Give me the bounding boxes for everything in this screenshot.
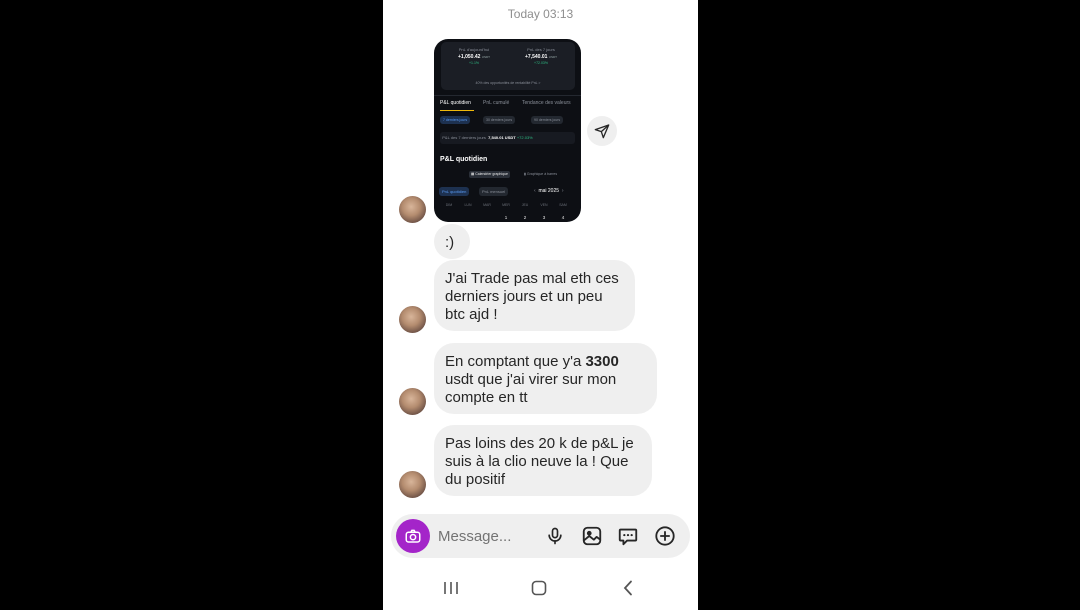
weekday-label: JEU xyxy=(521,203,529,207)
today-pnl-pct: +1.1% xyxy=(468,61,480,65)
share-button[interactable] xyxy=(587,116,617,146)
send-icon xyxy=(594,124,610,139)
message-bubble[interactable]: :) xyxy=(434,224,470,259)
pnl-summary-card: PnL d'aujourd'hui +1,050.42 USDT +1.1% P… xyxy=(441,42,575,90)
message-input[interactable] xyxy=(438,526,538,546)
microphone-button[interactable] xyxy=(543,524,567,548)
month-selector: ‹ mai 2025 › xyxy=(534,187,563,196)
message-bubble[interactable]: Pas loins des 20 k de p&L je suis à la c… xyxy=(434,425,652,496)
toggle-monthly: PnL mensuel xyxy=(479,187,509,196)
calendar-day: 3 xyxy=(542,215,546,220)
calendar-graph-button: ▦ Calendrier graphique xyxy=(469,171,510,178)
microphone-icon xyxy=(548,527,562,545)
message-bubble[interactable]: En comptant que y'a 3300 usdt que j'ai v… xyxy=(434,343,657,414)
pnl-7-days-pct: +72.03% xyxy=(516,135,533,140)
avatar[interactable] xyxy=(399,196,426,223)
week-pnl-pct: +72.03% xyxy=(534,61,548,65)
back-button[interactable] xyxy=(616,576,640,600)
message-bold-amount: 3300 xyxy=(585,353,619,370)
shared-screenshot[interactable]: PnL d'aujourd'hui +1,050.42 USDT +1.1% P… xyxy=(434,39,581,222)
chip-7-days: 7 derniers jours xyxy=(440,116,471,124)
message-bubble[interactable]: J'ai Trade pas mal eth ces derniers jour… xyxy=(434,260,635,331)
weekday-label: SAM xyxy=(559,203,567,207)
chevron-right-icon: › xyxy=(561,188,564,194)
sticker-icon xyxy=(618,528,638,546)
weekday-label: DIM xyxy=(445,203,453,207)
home-button[interactable] xyxy=(527,576,551,600)
pnl-7-days-line: P&L des 7 derniers jours 7,540.01 USDT +… xyxy=(440,132,575,144)
tab-daily-pnl: P&L quotidien xyxy=(440,100,471,106)
weekday-label: MER xyxy=(502,203,510,207)
recent-apps-icon xyxy=(444,582,458,594)
week-pnl-unit: USDT xyxy=(548,55,557,59)
bar-graph-button: ▮ Graphique à barres xyxy=(524,172,558,176)
week-pnl-value: +7,540.01 xyxy=(525,54,548,60)
today-pnl-label: PnL d'aujourd'hui xyxy=(458,47,490,52)
toggle-daily: PnL quotidien xyxy=(439,187,470,196)
divider xyxy=(434,95,581,96)
gallery-button[interactable] xyxy=(580,524,604,548)
tab-value-trend: Tendance des valeurs xyxy=(522,100,571,106)
chip-30-days: 30 derniers jours xyxy=(483,116,516,124)
avatar[interactable] xyxy=(399,306,426,333)
pnl-7-days-label: P&L des 7 derniers jours xyxy=(442,135,486,140)
bar-graph-label: Graphique à barres xyxy=(526,172,558,176)
calendar-graph-label: Calendrier graphique xyxy=(475,172,508,176)
today-pnl-value: +1,050.42 xyxy=(458,54,481,60)
chevron-left-icon: ‹ xyxy=(534,188,536,194)
weekday-label: VEN xyxy=(540,203,548,207)
avatar[interactable] xyxy=(399,471,426,498)
weekday-label: MAR xyxy=(483,203,491,207)
plus-icon xyxy=(655,526,675,546)
card-footer: 40% des opportunités de rentabilité PnL … xyxy=(475,81,541,85)
calendar-day: 1 xyxy=(504,215,508,220)
gallery-icon xyxy=(582,526,602,546)
calendar-day: 4 xyxy=(561,215,565,220)
sticker-button[interactable] xyxy=(616,524,640,548)
chat-screen: Today 03:13 PnL d'aujourd'hui +1,050.42 … xyxy=(383,0,698,610)
add-button[interactable] xyxy=(653,524,677,548)
recent-apps-button[interactable] xyxy=(439,576,463,600)
camera-icon xyxy=(405,529,421,543)
pnl-7-days-value: 7,540.01 USDT xyxy=(488,135,516,140)
week-pnl-label: PnL des 7 jours xyxy=(527,47,555,52)
back-icon xyxy=(623,580,632,596)
message-composer xyxy=(391,514,690,558)
chip-90-days: 90 derniers jours xyxy=(531,116,564,124)
message-text: usdt que j'ai virer sur mon compte en tt xyxy=(445,371,617,406)
camera-button[interactable] xyxy=(396,519,430,553)
tab-underline xyxy=(440,110,474,111)
avatar[interactable] xyxy=(399,388,426,415)
today-pnl-unit: USDT xyxy=(481,55,490,59)
weekday-label: LUN xyxy=(464,203,472,207)
message-text: En comptant que y'a xyxy=(445,353,586,370)
calendar-day: 2 xyxy=(523,215,527,220)
home-icon xyxy=(531,580,547,596)
tab-cumulative-pnl: PnL cumulé xyxy=(483,100,510,106)
month-label: mai 2025 xyxy=(538,188,560,194)
message-timestamp: Today 03:13 xyxy=(507,7,574,21)
section-title: P&L quotidien xyxy=(440,156,488,163)
